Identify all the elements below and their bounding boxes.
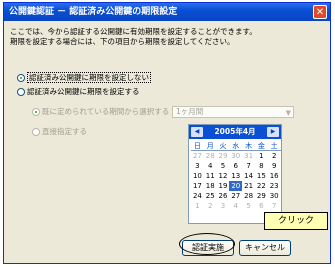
dialog-title: 公開鍵認証 － 認証済み公開鍵の期限設定 [9, 7, 178, 17]
calendar-header: ◀ 2005年4月 ▶ [189, 125, 281, 139]
radio-preset-period[interactable] [32, 108, 40, 116]
calendar-month-label: 2005年4月 [214, 127, 256, 136]
calendar-day[interactable]: 6 [255, 201, 268, 211]
period-select-value: 1ヶ月間 [176, 107, 204, 116]
radio-no-limit[interactable] [17, 74, 25, 82]
calendar: ◀ 2005年4月 ▶ 日月火水木金土 27 28 29 30 31 1 2 3 4 5 6 7 8 9 10… [188, 124, 282, 224]
description-line-2: 期限を設定する場合には、下の項目から期限を設定してください。 [10, 37, 235, 46]
calendar-day[interactable]: 26 [217, 191, 230, 201]
calendar-week-row: 27 28 29 30 31 1 2 [191, 151, 281, 161]
calendar-day[interactable]: 9 [268, 161, 281, 171]
calendar-day[interactable]: 14 [242, 171, 255, 181]
click-callout: クリック [264, 212, 328, 230]
calendar-weekday: 土 [267, 141, 281, 151]
prev-month-button[interactable]: ◀ [191, 127, 203, 137]
calendar-day[interactable]: 30 [268, 191, 281, 201]
calendar-day[interactable]: 3 [191, 161, 204, 171]
cancel-button[interactable]: キャンセル [239, 240, 291, 256]
radio-direct-date[interactable] [32, 128, 40, 136]
calendar-day[interactable]: 11 [204, 171, 217, 181]
highlight-circle [179, 233, 235, 255]
option-set-limit-label: 認証済み公開鍵に期限を設定する [27, 87, 140, 96]
calendar-week-row: 10 11 12 13 14 15 16 [191, 171, 281, 181]
calendar-day[interactable]: 1 [255, 151, 268, 161]
calendar-day[interactable]: 6 [229, 161, 242, 171]
calendar-week-row: 17 18 19 20 21 22 23 [191, 181, 281, 191]
calendar-week-row: 24 25 26 27 28 29 30 [191, 191, 281, 201]
option-direct-date[interactable]: 直接指定する [32, 126, 87, 138]
calendar-day[interactable]: 25 [204, 191, 217, 201]
calendar-day[interactable]: 30 [229, 151, 242, 161]
calendar-weekday: 月 [203, 141, 217, 151]
calendar-day[interactable]: 27 [229, 191, 242, 201]
close-button[interactable]: ✕ [313, 5, 327, 19]
calendar-day[interactable]: 1 [191, 201, 204, 211]
calendar-day[interactable]: 29 [217, 151, 230, 161]
calendar-week-row: 1234567 [191, 201, 281, 211]
calendar-day[interactable]: 2 [204, 201, 217, 211]
calendar-day[interactable]: 15 [255, 171, 268, 181]
next-month-button[interactable]: ▶ [267, 127, 279, 137]
calendar-day[interactable]: 13 [229, 171, 242, 181]
calendar-day[interactable]: 18 [204, 181, 217, 191]
description-line-1: ここでは、今から認証する公開鍵に有効期限を設定することができます。 [10, 27, 257, 36]
option-set-limit[interactable]: 認証済み公開鍵に期限を設定する [17, 86, 140, 98]
calendar-week-row: 3456789 [191, 161, 281, 171]
calendar-day[interactable]: 5 [217, 161, 230, 171]
calendar-day[interactable]: 29 [255, 191, 268, 201]
option-preset-period[interactable]: 既に定められている期間から選択する [32, 106, 169, 118]
option-preset-label: 既に定められている期間から選択する [42, 107, 170, 116]
calendar-weekday: 日 [191, 141, 204, 151]
calendar-weekday-row: 日月火水木金土 [191, 141, 281, 151]
title-bar: 公開鍵認証 － 認証済み公開鍵の期限設定 ✕ [4, 3, 330, 21]
calendar-day[interactable]: 31 [242, 151, 255, 161]
description: ここでは、今から認証する公開鍵に有効期限を設定することができます。 期限を設定す… [10, 27, 320, 47]
calendar-day[interactable]: 21 [242, 181, 255, 191]
option-direct-label: 直接指定する [42, 127, 87, 136]
calendar-day[interactable]: 24 [191, 191, 204, 201]
calendar-day[interactable]: 10 [191, 171, 204, 181]
calendar-weekday: 木 [242, 141, 255, 151]
option-no-limit-label: 認証済み公開鍵に期限を設定しない [27, 72, 151, 83]
calendar-day[interactable]: 22 [255, 181, 268, 191]
calendar-day[interactable]: 23 [268, 181, 281, 191]
calendar-day[interactable]: 19 [217, 181, 230, 191]
calendar-day[interactable]: 5 [242, 201, 255, 211]
calendar-day[interactable]: 4 [204, 161, 217, 171]
calendar-day[interactable]: 17 [191, 181, 204, 191]
calendar-weekday: 火 [216, 141, 230, 151]
calendar-day[interactable]: 12 [217, 171, 230, 181]
calendar-day[interactable]: 4 [229, 201, 242, 211]
chevron-down-icon[interactable]: ▼ [286, 108, 291, 118]
radio-set-limit[interactable] [17, 88, 25, 96]
calendar-day[interactable]: 20 [229, 181, 243, 191]
calendar-day[interactable]: 8 [255, 161, 268, 171]
calendar-day[interactable]: 3 [217, 201, 230, 211]
calendar-day[interactable]: 28 [242, 191, 255, 201]
calendar-day[interactable]: 28 [204, 151, 217, 161]
calendar-day[interactable]: 2 [268, 151, 281, 161]
calendar-day[interactable]: 27 [191, 151, 204, 161]
calendar-grid: 日月火水木金土 27 28 29 30 31 1 2 3 4 5 6 7 8 9 10 11 12 13 14 15 16… [191, 141, 281, 211]
option-no-limit[interactable]: 認証済み公開鍵に期限を設定しない [17, 72, 151, 84]
calendar-day[interactable]: 7 [268, 201, 281, 211]
period-select[interactable]: 1ヶ月間 ▼ [172, 106, 294, 118]
calendar-weekday: 水 [229, 141, 243, 151]
calendar-day[interactable]: 7 [242, 161, 255, 171]
calendar-weekday: 金 [254, 141, 268, 151]
calendar-day[interactable]: 16 [268, 171, 281, 181]
